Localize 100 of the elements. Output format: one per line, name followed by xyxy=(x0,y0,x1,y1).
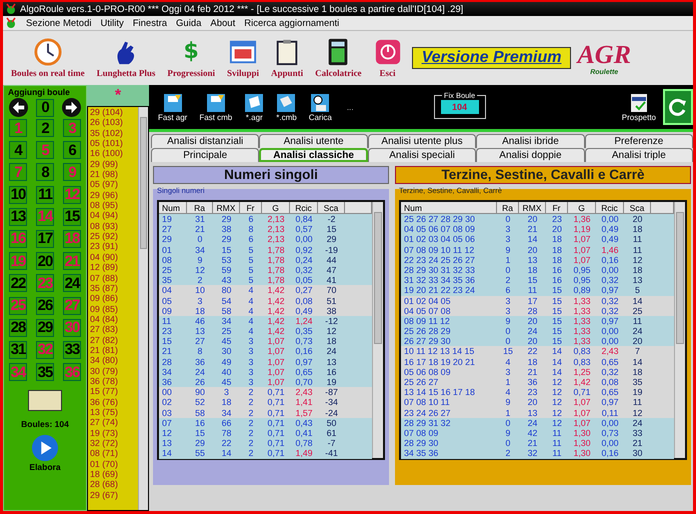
number-button[interactable]: 22 xyxy=(9,274,27,292)
table-row[interactable]: 31 32 33 34 35 36 2 15 16 0,95 0,32 13 xyxy=(401,275,674,286)
table-row[interactable]: 01 34 15 5 1,78 0,92 -19 xyxy=(159,244,372,255)
table-row[interactable]: 26 27 29 30 0 20 15 1,33 0,00 20 xyxy=(401,336,674,346)
history-item[interactable]: 25 (92) xyxy=(90,231,138,242)
table-row[interactable]: 25 26 27 28 29 30 0 20 23 1,36 0,00 20 xyxy=(401,214,674,224)
toolbar-button[interactable]: Fast agr xyxy=(153,92,192,122)
history-item[interactable]: 21 (81) xyxy=(90,344,138,356)
table-row[interactable]: 34 35 36 2 32 11 1,30 0,16 30 xyxy=(401,448,674,458)
menu-item[interactable]: Utility xyxy=(100,18,124,28)
table-row[interactable]: 10 11 12 13 14 15 15 22 14 0,83 2,43 7 xyxy=(401,346,674,357)
number-button[interactable]: 10 xyxy=(9,186,27,204)
tab[interactable]: Analisi classiche xyxy=(259,148,368,162)
history-item[interactable]: 04 (84) xyxy=(90,314,138,324)
table-row[interactable]: 07 08 09 10 11 12 9 20 18 1,07 1,46 11 xyxy=(401,244,674,255)
history-item[interactable]: 29 (96) xyxy=(90,190,138,200)
toolbar-button[interactable]: Esci xyxy=(368,38,408,78)
table-row[interactable]: 13 29 22 2 0,71 0,78 -7 xyxy=(159,438,372,448)
history-item[interactable]: 32 (72) xyxy=(90,438,138,448)
table-row[interactable]: 01 02 03 04 05 06 3 14 18 1,07 0,49 11 xyxy=(401,234,674,245)
scrollbar[interactable] xyxy=(138,107,148,510)
table-row[interactable]: 21 8 30 3 1,07 0,16 24 xyxy=(159,346,372,357)
tab[interactable]: Analisi speciali xyxy=(368,148,476,162)
table-row[interactable]: 23 24 26 27 1 13 12 1,07 0,11 12 xyxy=(401,408,674,418)
history-item[interactable]: 29 (99) xyxy=(90,158,138,170)
history-item[interactable]: 19 (73) xyxy=(90,428,138,438)
menu-item[interactable]: About xyxy=(210,18,236,28)
run-button[interactable]: Elabora xyxy=(29,462,61,472)
history-item[interactable]: 34 (80) xyxy=(90,355,138,366)
tab[interactable]: Analisi ibride xyxy=(476,134,585,148)
history-item[interactable]: 07 (88) xyxy=(90,272,138,283)
history-item[interactable]: 08 (93) xyxy=(90,220,138,232)
table-row[interactable]: 29 0 29 6 2,13 0,00 29 xyxy=(159,234,372,245)
table-row[interactable]: 19 31 29 6 2,13 0,84 -2 xyxy=(159,214,372,224)
number-button[interactable]: 17 xyxy=(36,230,54,248)
history-item[interactable]: 30 (79) xyxy=(90,366,138,376)
menu-item[interactable]: Ricerca aggiornamenti xyxy=(244,18,340,28)
history-item[interactable]: 29 (104) xyxy=(90,107,138,118)
table-row[interactable]: 07 08 09 9 42 11 1,30 0,73 33 xyxy=(401,428,674,438)
table-row[interactable]: 02 52 18 2 0,71 1,41 -34 xyxy=(159,397,372,408)
number-button[interactable]: 28 xyxy=(9,318,27,337)
toolbar-button[interactable]: *.cmb xyxy=(271,92,302,122)
table-row[interactable]: 34 24 40 3 1,07 0,65 16 xyxy=(159,366,372,377)
number-button[interactable]: 24 xyxy=(63,274,81,292)
table-row[interactable]: 07 16 66 2 0,71 0,43 50 xyxy=(159,418,372,428)
table-row[interactable]: 28 29 30 0 21 11 1,30 0,00 21 xyxy=(401,438,674,448)
number-button[interactable]: 8 xyxy=(36,163,54,182)
number-button[interactable]: 4 xyxy=(9,141,27,160)
table-row[interactable]: 01 02 04 05 3 17 15 1,33 0,32 14 xyxy=(401,296,674,306)
history-item[interactable]: 35 (102) xyxy=(90,128,138,138)
number-button[interactable]: 15 xyxy=(63,208,81,226)
history-item[interactable]: 09 (86) xyxy=(90,293,138,304)
table-row[interactable]: 09 18 58 4 1,42 0,49 38 xyxy=(159,306,372,316)
number-button[interactable]: 6 xyxy=(63,141,81,160)
table-row[interactable]: 05 06 08 09 3 21 14 1,25 0,32 18 xyxy=(401,366,674,377)
history-item[interactable]: 36 (76) xyxy=(90,396,138,407)
number-button[interactable]: 31 xyxy=(9,340,27,359)
refresh-button[interactable] xyxy=(663,89,693,125)
number-button[interactable]: 35 xyxy=(36,363,54,382)
menu-item[interactable]: Sezione Metodi xyxy=(26,18,92,28)
table-row[interactable]: 23 13 25 4 1,42 0,35 12 xyxy=(159,326,372,336)
number-button[interactable]: 0 xyxy=(36,98,54,116)
tab[interactable]: Analisi doppie xyxy=(476,148,585,162)
table-row[interactable]: 03 58 34 2 0,71 1,57 -24 xyxy=(159,408,372,418)
history-item[interactable]: 04 (90) xyxy=(90,252,138,262)
table-row[interactable]: 28 29 30 31 32 33 0 18 16 0,95 0,00 18 xyxy=(401,264,674,276)
table-row[interactable]: 11 46 34 4 1,42 1,24 -12 xyxy=(159,316,372,326)
table-row[interactable]: 13 14 15 16 17 18 4 23 12 0,71 0,65 19 xyxy=(401,387,674,398)
table-row[interactable]: 12 15 78 2 0,71 0,41 61 xyxy=(159,428,372,438)
history-item[interactable]: 36 (78) xyxy=(90,376,138,386)
history-item[interactable]: 04 (94) xyxy=(90,210,138,221)
number-button[interactable]: 2 xyxy=(36,119,54,137)
toolbar-button[interactable]: Appunti xyxy=(265,38,310,78)
history-item[interactable]: 18 (69) xyxy=(90,469,138,480)
table-row[interactable]: 25 12 59 5 1,78 0,32 47 xyxy=(159,264,372,276)
number-button[interactable]: 13 xyxy=(9,208,27,226)
toolbar-button[interactable]: Fast cmb xyxy=(194,92,238,122)
table-row[interactable]: 04 05 06 07 08 09 3 21 20 1,19 0,49 18 xyxy=(401,224,674,234)
scrollbar[interactable] xyxy=(674,202,685,458)
history-item[interactable]: 05 (97) xyxy=(90,179,138,190)
history-item[interactable]: 16 (100) xyxy=(90,148,138,159)
tab[interactable]: Analisi utente xyxy=(259,134,368,148)
table-row[interactable]: 00 90 3 2 0,71 2,43 -87 xyxy=(159,387,372,398)
scrollbar[interactable] xyxy=(372,202,383,458)
history-item[interactable]: 35 (87) xyxy=(90,282,138,294)
table-row[interactable]: 25 26 28 29 0 24 15 1,33 0,00 24 xyxy=(401,326,674,336)
tab[interactable]: Principale xyxy=(151,148,260,162)
table-row[interactable]: 16 17 18 19 20 21 4 18 14 0,83 0,65 14 xyxy=(401,356,674,367)
history-item[interactable]: 27 (83) xyxy=(90,324,138,335)
table-row[interactable]: 14 55 14 2 0,71 1,49 -41 xyxy=(159,448,372,458)
number-button[interactable]: 29 xyxy=(36,318,54,337)
history-item[interactable]: 27 (74) xyxy=(90,417,138,428)
table-row[interactable]: 08 9 53 5 1,78 0,24 44 xyxy=(159,254,372,265)
table-row[interactable]: 04 10 80 4 1,42 0,27 70 xyxy=(159,285,372,296)
tab[interactable]: Analisi distanziali xyxy=(151,134,260,148)
number-button[interactable]: 11 xyxy=(36,186,54,204)
table-row[interactable]: 07 08 10 11 9 20 12 1,07 0,97 11 xyxy=(401,397,674,408)
number-button[interactable]: 33 xyxy=(63,340,81,359)
history-item[interactable]: 13 (75) xyxy=(90,406,138,418)
toolbar-button[interactable]: *.agr xyxy=(239,92,270,122)
